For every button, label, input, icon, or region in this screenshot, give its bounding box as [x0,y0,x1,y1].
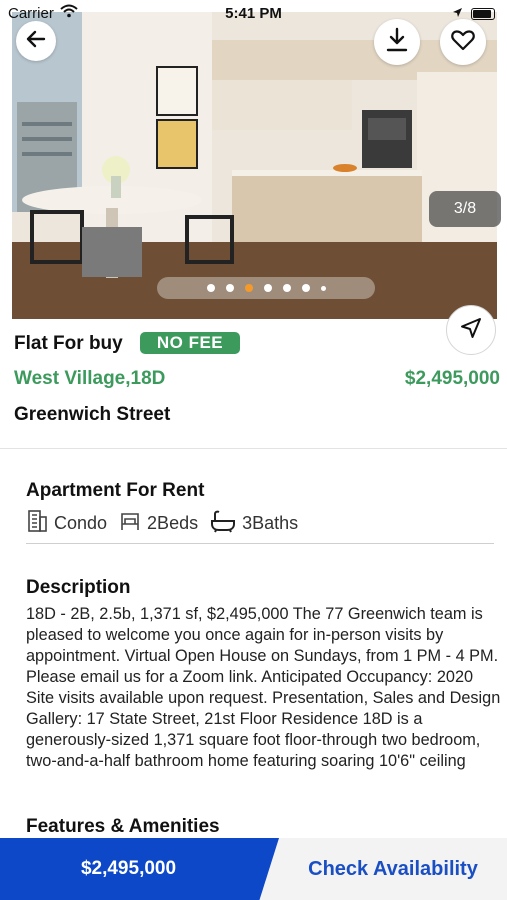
divider [26,543,494,544]
pagination-dot-active[interactable] [244,284,253,292]
feature-label: 2Beds [147,512,199,533]
photo-counter: 3/8 [429,191,501,227]
feature-condo: Condo [26,509,107,538]
property-features: Condo 2Beds 3Baths [26,509,310,538]
feature-baths: 3Baths [210,509,298,538]
no-fee-badge: NO FEE [140,332,240,354]
building-icon [26,509,48,538]
status-time: 5:41 PM [225,5,282,22]
download-icon [385,27,409,58]
navigate-button[interactable] [446,305,496,355]
pagination-dot[interactable] [206,284,215,292]
photo-pagination[interactable] [157,277,375,299]
feature-label: Condo [54,512,108,533]
amenities-title: Features & Amenities [26,816,220,837]
bathtub-icon [210,509,236,538]
listing-type: Flat For buy [14,333,123,354]
pagination-dot[interactable] [225,284,234,292]
pagination-dot[interactable] [301,284,310,292]
property-photo[interactable] [12,12,497,319]
location-arrow-icon [452,5,463,22]
battery-icon [471,7,495,20]
listing-price: $2,495,000 [404,368,500,389]
check-availability-button[interactable]: Check Availability [279,838,507,900]
description-title: Description [26,577,131,598]
pagination-dot[interactable] [263,284,272,292]
navigation-arrow-icon [459,316,483,345]
heart-icon [451,29,475,56]
bottom-action-bar: $2,495,000 Check Availability [0,838,507,900]
bed-icon [119,510,141,537]
pagination-dot[interactable] [320,285,326,291]
back-button[interactable] [16,21,56,61]
price-button[interactable]: $2,495,000 [0,838,279,900]
pagination-dot[interactable] [282,284,291,292]
feature-label: 3Baths [242,512,299,533]
arrow-left-icon [26,30,46,53]
property-title: Apartment For Rent [26,480,205,501]
listing-street: Greenwich Street [14,404,171,425]
listing-location: West Village,18D [14,368,166,389]
divider [0,448,507,449]
feature-beds: 2Beds [119,510,198,537]
status-bar: Carrier 5:41 PM [0,0,507,26]
description-text: 18D - 2B, 2.5b, 1,371 sf, $2,495,000 The… [26,605,501,770]
